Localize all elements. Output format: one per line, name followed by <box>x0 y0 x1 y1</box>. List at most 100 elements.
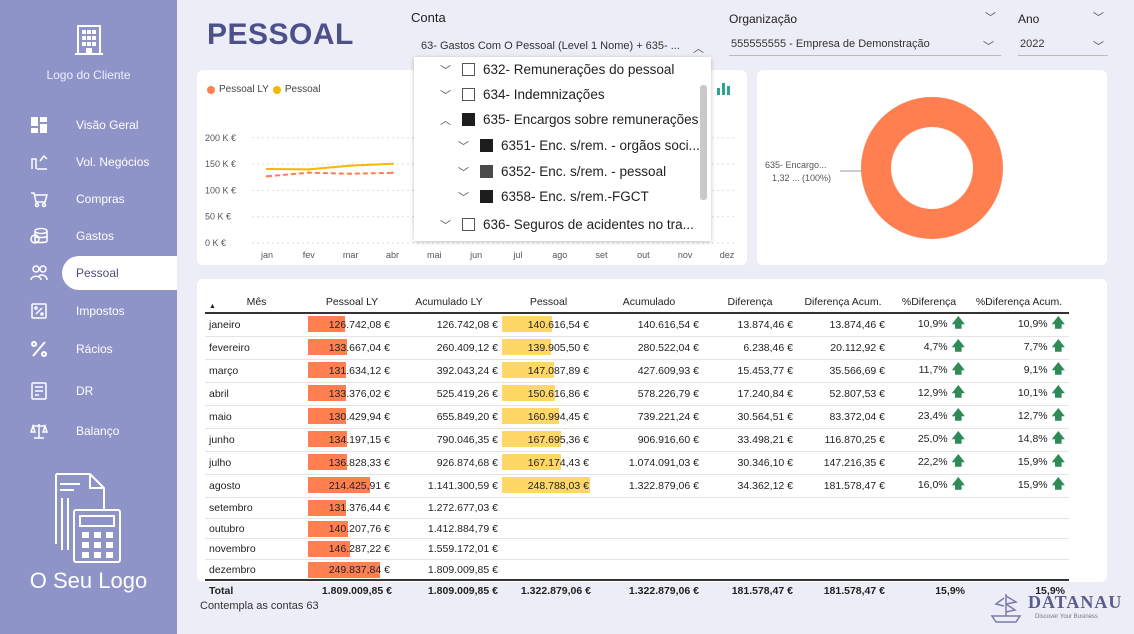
nav-item-balanco[interactable]: Balanço <box>0 414 177 448</box>
col-header[interactable]: %Diferença Acum. <box>969 291 1069 313</box>
cell-acum: 140.616,54 € <box>595 313 703 337</box>
chevron-down-icon[interactable]: ﹀ <box>1093 38 1104 54</box>
chevron-down-icon[interactable]: ﹀ <box>440 87 458 103</box>
series-point[interactable] <box>349 172 352 175</box>
table-row[interactable]: maio 130.429,94 € 655.849,20 € 160.994,45 €… <box>205 405 1069 429</box>
dropdown-item[interactable]: ﹀ 6351- Enc. s/rem. - orgãos soci... <box>458 133 700 158</box>
col-header[interactable]: Acumulado LY <box>396 291 502 313</box>
table-row[interactable]: junho 134.197,15 € 790.046,35 € 167.695,36 … <box>205 428 1069 452</box>
col-header[interactable]: Acumulado <box>595 291 703 313</box>
nav-item-visao-geral[interactable]: Visão Geral <box>0 108 177 142</box>
table-row[interactable]: dezembro 249.837,84 € 1.809.009,85 € <box>205 559 1069 581</box>
checkbox-checked[interactable] <box>462 113 475 126</box>
chevron-down-icon[interactable]: ﹀ <box>458 164 476 180</box>
chevron-down-icon[interactable]: ﹀ <box>1093 9 1104 25</box>
nav-label: Rácios <box>76 342 113 356</box>
cell-acum_ly: 1.559.172,01 € <box>396 538 502 561</box>
col-header[interactable]: Mês ▲ <box>205 291 308 313</box>
nav-item-racios[interactable]: Rácios <box>0 332 177 366</box>
col-header[interactable]: Diferença Acum. <box>797 291 889 313</box>
checkbox[interactable] <box>462 218 475 231</box>
checkbox-checked[interactable] <box>480 190 493 203</box>
table-row[interactable]: setembro 131.376,44 € 1.272.677,03 € <box>205 497 1069 519</box>
chevron-down-icon[interactable]: ﹀ <box>985 9 996 25</box>
cell-mes: setembro <box>205 497 308 519</box>
conta-select[interactable]: 63- Gastos Com O Pessoal (Level 1 Nome) … <box>419 36 709 58</box>
chevron-up-icon[interactable]: ︿ <box>440 112 458 128</box>
cell-mes: julho <box>205 451 308 475</box>
table-row[interactable]: abril 133.376,02 € 525.419,26 € 150.616,86 … <box>205 382 1069 406</box>
checkbox-checked[interactable] <box>480 139 493 152</box>
table-card: Mês ▲ Pessoal LY Acumulado LY Pessoal Acu… <box>197 279 1107 601</box>
col-header[interactable]: Diferença <box>703 291 797 313</box>
cell-p: 139.905,50 € <box>502 336 595 360</box>
nav-item-vol-negocios[interactable]: Vol. Negócios <box>0 145 177 179</box>
x-tick-label: dez <box>720 250 735 260</box>
dropdown-item[interactable]: ﹀ 6352- Enc. s/rem. - pessoal <box>458 159 666 184</box>
dropdown-item[interactable]: ﹀ 632- Remunerações do pessoal <box>440 57 674 82</box>
cell-ly-value: 249.837,84 € <box>328 563 390 576</box>
series-line-1[interactable] <box>266 162 393 171</box>
conta-dropdown-list: ﹀ 632- Remunerações do pessoal ﹀ 634- In… <box>414 57 711 241</box>
cell-p-value: 139.905,50 € <box>527 342 589 354</box>
cell-dif_acum: 83.372,04 € <box>797 405 889 429</box>
cell-p-value <box>589 502 595 514</box>
dropdown-item[interactable]: ﹀ 6358- Enc. s/rem.-FGCT <box>458 184 649 209</box>
dropdown-item[interactable]: ﹀ 634- Indemnizações <box>440 82 605 107</box>
data-table: Mês ▲ Pessoal LY Acumulado LY Pessoal Acu… <box>205 291 1069 601</box>
table-row[interactable]: julho 136.828,33 € 926.874,68 € 167.174,43 … <box>205 451 1069 475</box>
col-header[interactable]: Pessoal <box>502 291 595 313</box>
chevron-down-icon[interactable]: ﹀ <box>983 38 994 54</box>
cell-ly-value: 131.376,44 € <box>328 501 390 514</box>
dropdown-item[interactable]: ︿ 635- Encargos sobre remunerações <box>440 107 698 132</box>
chevron-down-icon[interactable]: ﹀ <box>458 138 476 154</box>
series-point[interactable] <box>265 167 269 171</box>
cell-p-value: 167.695,36 € <box>527 434 589 446</box>
sort-arrow-icon[interactable]: ▲ <box>209 303 216 310</box>
checkbox[interactable] <box>462 88 475 101</box>
series-point[interactable] <box>391 171 394 175</box>
table-row[interactable]: março 131.634,12 € 392.043,24 € 147.087,89 … <box>205 359 1069 383</box>
series-point[interactable] <box>265 175 269 178</box>
chevron-down-icon[interactable]: ﹀ <box>458 189 476 205</box>
nav-item-gastos[interactable]: Gastos <box>0 219 177 253</box>
series-line-0[interactable] <box>266 171 393 178</box>
cell-dif: 17.240,84 € <box>703 382 797 406</box>
nav-item-dr[interactable]: DR <box>0 374 177 408</box>
arrow-up-icon: 🡅 <box>951 430 965 445</box>
nav-item-impostos[interactable]: Impostos <box>0 294 177 328</box>
cell-pct: 10,9% 🡅 <box>889 313 969 337</box>
table-row[interactable]: outubro 140.207,76 € 1.412.884,79 € <box>205 518 1069 540</box>
nav-label: Impostos <box>76 304 125 318</box>
y-tick-label: 0 K € <box>205 238 226 248</box>
table-row[interactable]: fevereiro 133.667,04 € 260.409,12 € 139.905… <box>205 336 1069 360</box>
cell-dif <box>703 559 797 581</box>
table-row[interactable]: novembro 146.287,22 € 1.559.172,01 € <box>205 538 1069 561</box>
series-point[interactable] <box>349 164 352 167</box>
nav-item-pessoal[interactable]: Pessoal <box>0 256 177 290</box>
checkbox[interactable] <box>462 63 475 76</box>
cell-pct_acum-value: 15,9% <box>1017 456 1048 468</box>
legend-dot-ly <box>207 85 215 94</box>
series-point[interactable] <box>307 171 311 174</box>
arrow-up-icon: 🡅 <box>1051 338 1065 353</box>
col-header[interactable]: Pessoal LY <box>308 291 396 313</box>
table-row[interactable]: janeiro 126.742,08 € 126.742,08 € 140.616,5… <box>205 313 1069 337</box>
dropdown-item[interactable]: ﹀ 636- Seguros de acidentes no tra... <box>440 212 694 237</box>
chevron-up-icon[interactable]: ︿ <box>693 40 704 56</box>
donut-slice[interactable] <box>861 97 1003 239</box>
cell-ly-value: 146.287,22 € <box>328 543 390 556</box>
col-header[interactable]: %Diferença <box>889 291 969 313</box>
donut-slice-value: 1,32 ... (100%) <box>772 173 832 183</box>
dropdown-scrollbar[interactable] <box>700 85 707 200</box>
arrow-up-icon: 🡅 <box>951 476 965 491</box>
table-row[interactable]: agosto 214.425,91 € 1.141.300,59 € 248.788,… <box>205 474 1069 498</box>
series-point[interactable] <box>391 162 394 165</box>
nav-item-compras[interactable]: Compras <box>0 182 177 216</box>
chevron-down-icon[interactable]: ﹀ <box>440 62 458 78</box>
checkbox-checked[interactable] <box>480 165 493 178</box>
org-select[interactable]: 555555555 - Empresa de Demonstração <box>729 34 1001 56</box>
series-point[interactable] <box>307 168 311 171</box>
y-tick-label: 50 K € <box>205 212 231 222</box>
chevron-down-icon[interactable]: ﹀ <box>440 217 458 233</box>
